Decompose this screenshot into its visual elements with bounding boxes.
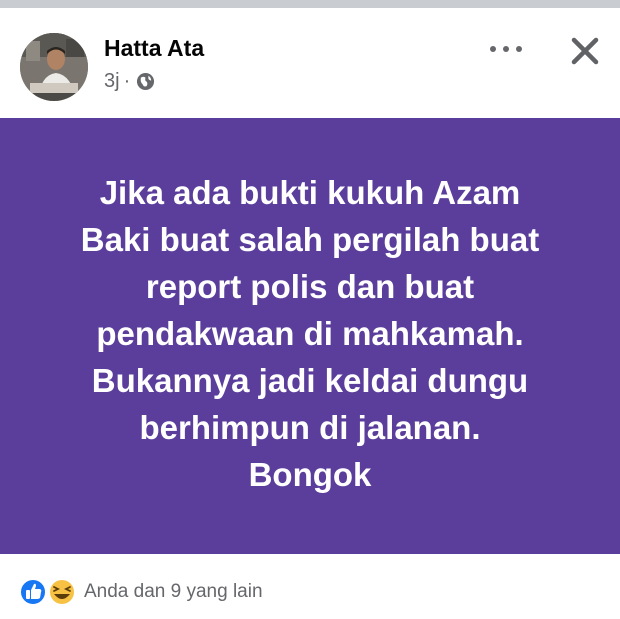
more-dot	[503, 46, 509, 52]
top-divider	[0, 0, 620, 8]
author-avatar[interactable]	[20, 33, 88, 101]
globe-icon[interactable]	[136, 72, 155, 91]
post-time[interactable]: 3j	[104, 70, 120, 93]
close-icon[interactable]	[568, 34, 602, 68]
post-text: Jika ada bukti kukuh Azam Baki buat sala…	[80, 173, 540, 493]
like-icon	[19, 578, 47, 606]
meta-separator: ·	[123, 70, 131, 92]
reaction-icons[interactable]	[18, 578, 78, 606]
more-horizontal-icon	[490, 46, 496, 52]
haha-icon	[48, 578, 76, 606]
author-name[interactable]: Hatta Ata	[104, 35, 204, 62]
reaction-summary[interactable]: Anda dan 9 yang lain	[84, 581, 263, 603]
post-background: Jika ada bukti kukuh Azam Baki buat sala…	[0, 118, 620, 554]
post-meta: 3j ·	[104, 70, 155, 93]
post-header: Hatta Ata 3j ·	[0, 8, 620, 118]
more-dot	[516, 46, 522, 52]
post-footer: Anda dan 9 yang lain	[0, 554, 620, 619]
avatar-image	[20, 33, 88, 101]
more-options-button[interactable]	[488, 38, 524, 60]
